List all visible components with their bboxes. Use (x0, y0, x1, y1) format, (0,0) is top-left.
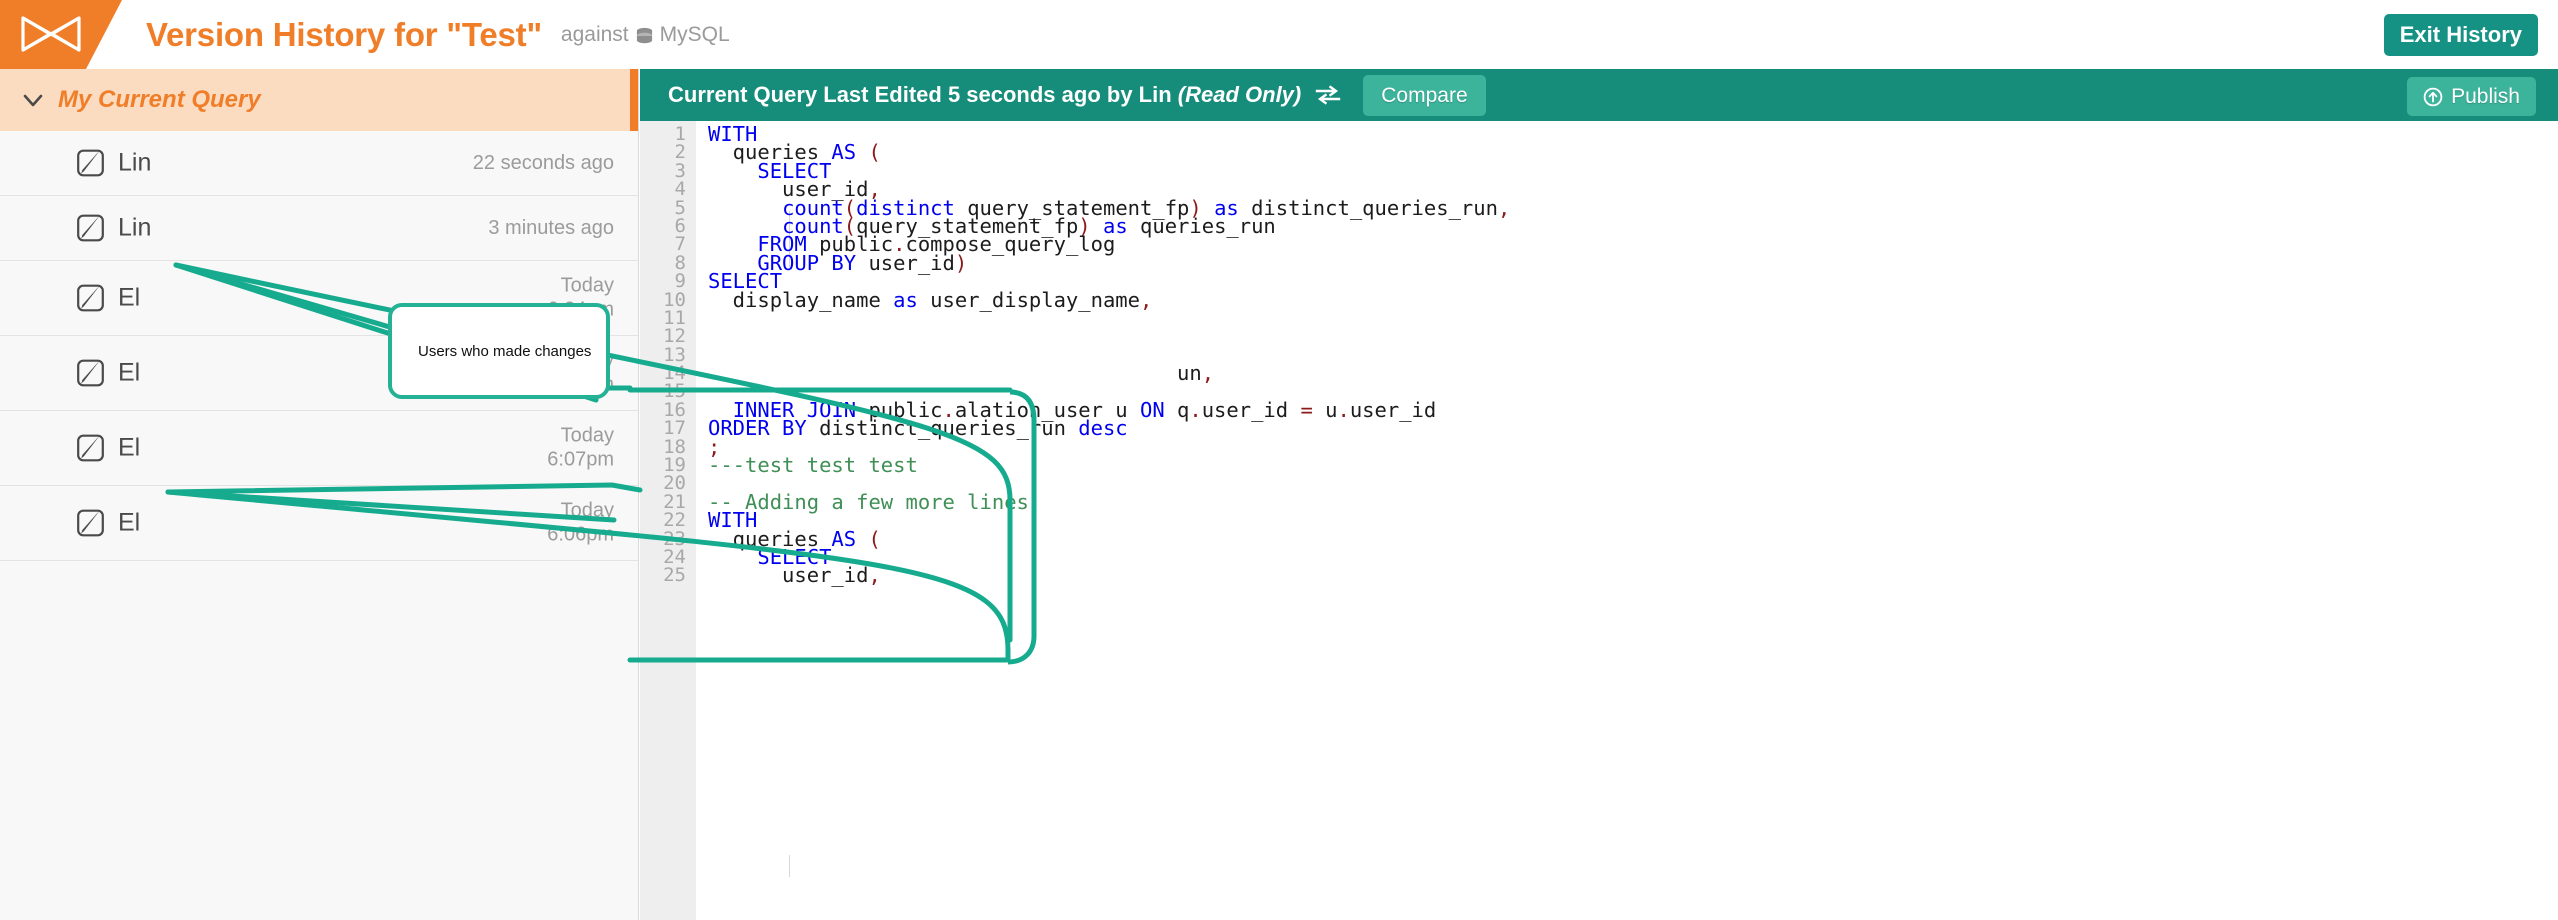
line-source: un, (708, 361, 1215, 386)
code-line: 10 display_name as user_display_name, (640, 287, 2558, 312)
line-number: 4 (674, 178, 686, 201)
code-line: 17 ORDER BY distinct_queries_run desc (640, 416, 2558, 441)
query-detail-panel: Current Query Last Edited 5 seconds ago … (640, 69, 2558, 920)
version-author-name: El (118, 283, 141, 312)
line-number: 12 (663, 325, 686, 348)
version-author-name: Lin (118, 213, 152, 242)
code-line: 21 -- Adding a few more lines (640, 492, 2558, 513)
version-row[interactable]: Lin 3 minutes ago (0, 196, 638, 261)
sidebar-section-title: My Current Query (58, 86, 261, 113)
database-cylinder-icon (636, 27, 652, 44)
version-author-name: El (118, 508, 141, 537)
code-line: 14 un, (640, 361, 2558, 386)
app-logo-tile[interactable] (0, 0, 122, 69)
code-line: 11 (640, 308, 2558, 327)
edit-pencil-icon (77, 149, 104, 177)
code-line: 8 GROUP BY user_id) (640, 252, 2558, 273)
chevron-down-icon[interactable] (20, 87, 46, 113)
line-source: ---test test test (708, 453, 918, 478)
code-line: 1 WITH (640, 124, 2558, 145)
version-timestamp: 22 seconds ago (472, 151, 614, 174)
code-line: 3 SELECT (640, 161, 2558, 182)
alation-bowtie-logo-icon (21, 16, 81, 52)
version-row[interactable]: El Today 6:06pm (0, 486, 638, 561)
edit-pencil-icon (77, 359, 104, 387)
code-line: 2 queries AS ( (640, 142, 2558, 163)
query-status-main: Current Query Last Edited 5 seconds ago … (668, 82, 1178, 107)
version-timestamp: Today 6:07pm (547, 424, 614, 471)
annotation-callout: Users who made changes (388, 303, 610, 399)
edit-pencil-icon (77, 284, 104, 312)
exit-history-button[interactable]: Exit History (2383, 14, 2538, 56)
code-line: 12 (640, 325, 2558, 348)
line-number: 9 (674, 270, 686, 293)
line-number: 22 (663, 509, 686, 532)
header-title-group: Version History for "Test" against MySQL (146, 0, 730, 69)
indent-guide (789, 855, 790, 877)
version-timestamp: Today 6:06pm (547, 499, 614, 546)
query-status-text: Current Query Last Edited 5 seconds ago … (668, 82, 1301, 108)
query-status-toolbar: Current Query Last Edited 5 seconds ago … (640, 69, 2558, 121)
version-row[interactable]: El Today 6:07pm (0, 411, 638, 486)
edit-pencil-icon (77, 214, 104, 242)
code-line: 18; (640, 436, 2558, 457)
against-label: against (560, 22, 629, 46)
active-section-marker (630, 69, 638, 131)
version-timestamp: 3 minutes ago (488, 216, 614, 239)
top-header-bar: Version History for "Test" against MySQL… (0, 0, 2558, 69)
compare-button[interactable]: Compare (1363, 74, 1486, 116)
datasource-name: MySQL (659, 22, 730, 46)
circle-up-arrow-icon (2423, 87, 2443, 106)
line-number: 17 (663, 417, 686, 440)
code-line: 25 user_id, (640, 563, 2558, 588)
version-list-sidebar: My Current Query Lin 22 seconds ago Lin 3 m… (0, 69, 639, 920)
line-number: 7 (674, 233, 686, 256)
publish-button[interactable]: Publish (2407, 77, 2536, 116)
version-history-page: Version History for "Test" against MySQL… (0, 0, 2558, 920)
line-number: 25 (663, 564, 686, 587)
line-source: ORDER BY distinct_queries_run desc (708, 416, 1128, 441)
against-datasource: against MySQL (561, 23, 730, 47)
code-line: 23 queries AS ( (640, 528, 2558, 549)
version-row[interactable]: Lin 22 seconds ago (0, 131, 638, 196)
annotation-callout-text: Users who made changes (418, 342, 592, 360)
publish-button-label: Publish (2451, 85, 2520, 108)
code-line: 22 WITH (640, 509, 2558, 532)
edit-pencil-icon (77, 509, 104, 537)
sidebar-section-header-my-current-query[interactable]: My Current Query (0, 69, 638, 131)
swap-arrows-icon[interactable] (1315, 85, 1341, 105)
version-author-name: El (118, 433, 141, 462)
code-line: 19 ---test test test (640, 453, 2558, 478)
version-author-name: El (118, 358, 141, 387)
line-source: user_id, (708, 563, 881, 588)
sql-source-lines: 1 WITH 2 queries AS (3 SELECT 4 user_id, 5 c… (640, 124, 2558, 588)
page-title: Version History for "Test" (146, 15, 542, 53)
version-author-name: Lin (118, 148, 152, 177)
line-source: display_name as user_display_name, (708, 287, 1153, 312)
query-readonly-badge: (Read Only) (1177, 82, 1302, 107)
code-line: 24 SELECT (640, 547, 2558, 568)
edit-pencil-icon (77, 434, 104, 462)
sql-code-editor[interactable]: 1 WITH 2 queries AS (3 SELECT 4 user_id, 5 c… (640, 121, 2558, 920)
